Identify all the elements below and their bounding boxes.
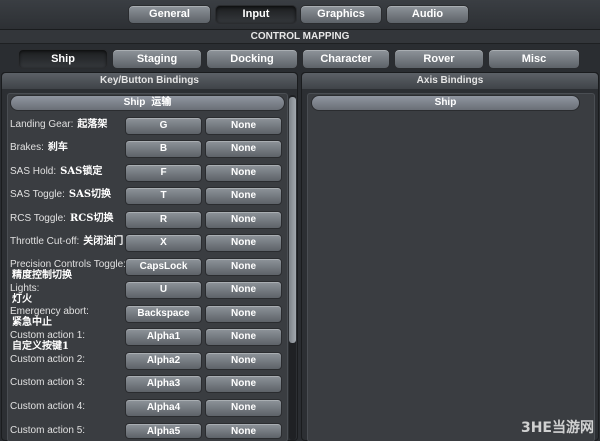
binding-label: Custom action 5: (10, 425, 86, 436)
axis-bindings-title: Axis Bindings (302, 73, 598, 89)
secondary-binding-button[interactable]: None (205, 211, 282, 229)
secondary-binding-button[interactable]: None (205, 281, 282, 299)
secondary-binding-button[interactable]: None (205, 399, 282, 417)
axis-bindings-panel: Axis Bindings (301, 72, 599, 441)
binding-label: Brakes: 刹车 (10, 142, 68, 153)
category-tab-rover[interactable]: Rover (394, 49, 484, 69)
section-title: CONTROL MAPPING (0, 30, 600, 44)
subheader-label: Ship (123, 97, 146, 108)
primary-binding-button[interactable]: T (125, 187, 202, 205)
category-tab-character[interactable]: Character (302, 49, 390, 69)
binding-label: Landing Gear: 起落架 (10, 119, 108, 130)
category-tab-docking[interactable]: Docking (206, 49, 298, 69)
binding-label: Custom action 3: (10, 377, 86, 388)
secondary-binding-button[interactable]: None (205, 258, 282, 276)
secondary-binding-button[interactable]: None (205, 328, 282, 346)
category-tab-staging[interactable]: Staging (112, 49, 202, 69)
secondary-binding-button[interactable]: None (205, 234, 282, 252)
primary-binding-button[interactable]: R (125, 211, 202, 229)
tab-input[interactable]: Input (215, 5, 297, 24)
key-bindings-subheader: Ship 运输 (10, 95, 285, 111)
primary-binding-button[interactable]: Backspace (125, 305, 202, 323)
binding-label: Lights: 灯火 (10, 283, 40, 305)
secondary-binding-button[interactable]: None (205, 164, 282, 182)
category-tab-ship[interactable]: Ship (18, 49, 108, 69)
secondary-binding-button[interactable]: None (205, 352, 282, 370)
primary-binding-button[interactable]: Alpha2 (125, 352, 202, 370)
primary-binding-button[interactable]: Alpha1 (125, 328, 202, 346)
primary-binding-button[interactable]: CapsLock (125, 258, 202, 276)
binding-label: SAS Hold: SAS锁定 (10, 166, 103, 177)
binding-label: Custom action 1: 自定义按键1 (10, 330, 86, 352)
tab-general[interactable]: General (128, 5, 211, 24)
axis-bindings-list (307, 93, 595, 441)
binding-label: Emergency abort: 紧急中止 (10, 306, 89, 328)
primary-binding-button[interactable]: Alpha3 (125, 375, 202, 393)
key-bindings-scrollbar[interactable] (289, 95, 296, 440)
binding-label: Precision Controls Toggle: 精度控制切换 (10, 259, 126, 281)
binding-label: RCS Toggle: RCS切换 (10, 213, 114, 224)
subheader-label-cn: 运输 (151, 97, 172, 108)
tab-audio[interactable]: Audio (386, 5, 469, 24)
secondary-binding-button[interactable]: None (205, 423, 282, 439)
binding-label: SAS Toggle: SAS切换 (10, 189, 112, 200)
secondary-binding-button[interactable]: None (205, 117, 282, 135)
primary-binding-button[interactable]: B (125, 140, 202, 158)
secondary-binding-button[interactable]: None (205, 305, 282, 323)
primary-binding-button[interactable]: F (125, 164, 202, 182)
primary-binding-button[interactable]: Alpha5 (125, 423, 202, 439)
primary-binding-button[interactable]: X (125, 234, 202, 252)
binding-label: Custom action 4: (10, 401, 86, 412)
primary-binding-button[interactable]: Alpha4 (125, 399, 202, 417)
binding-label: Throttle Cut-off: 关闭油门 (10, 236, 124, 247)
secondary-binding-button[interactable]: None (205, 140, 282, 158)
key-bindings-title: Key/Button Bindings (2, 73, 297, 89)
secondary-binding-button[interactable]: None (205, 187, 282, 205)
axis-bindings-subheader: Ship (311, 95, 580, 111)
primary-binding-button[interactable]: G (125, 117, 202, 135)
settings-tab-bar: General Input Graphics Audio (0, 0, 600, 30)
secondary-binding-button[interactable]: None (205, 375, 282, 393)
tab-graphics[interactable]: Graphics (300, 5, 382, 24)
site-watermark: 3HE当游网 (520, 420, 594, 436)
key-bindings-scroll-thumb[interactable] (289, 97, 296, 343)
primary-binding-button[interactable]: U (125, 281, 202, 299)
binding-label: Custom action 2: (10, 354, 86, 365)
category-tab-misc[interactable]: Misc (488, 49, 580, 69)
